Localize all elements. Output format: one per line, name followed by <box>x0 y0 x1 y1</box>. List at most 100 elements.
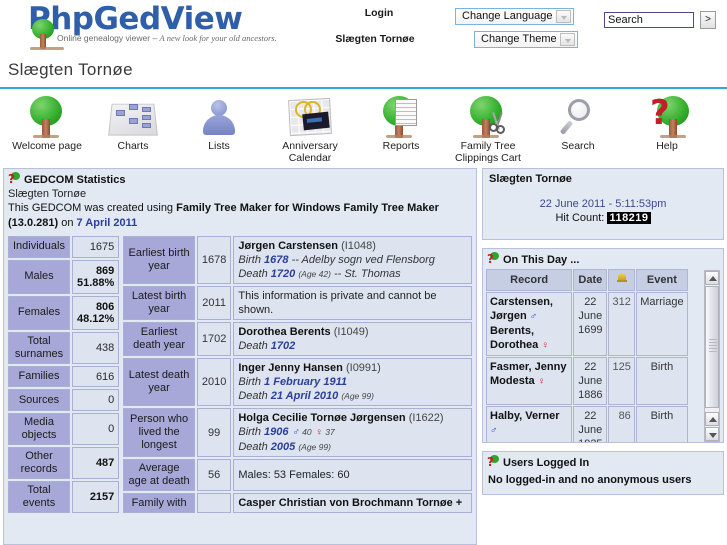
help-tree-icon[interactable]: ? <box>487 252 500 265</box>
nav-reports[interactable]: Reports <box>356 96 446 153</box>
event-date: 21 April 2010 <box>270 390 339 402</box>
event-word: Death <box>238 390 271 402</box>
scroll-down-button[interactable] <box>705 427 719 441</box>
male-icon: ♂ <box>529 311 538 322</box>
help-tree-icon[interactable]: ? <box>8 172 21 185</box>
nav-label: Help <box>656 140 678 152</box>
site-logo[interactable]: PhpGedView Online genealogy viewer – A n… <box>12 2 282 50</box>
event-age: (Age 99) <box>298 442 331 452</box>
block-title-text: Users Logged In <box>503 457 590 469</box>
nav-lists[interactable]: Lists <box>174 96 264 153</box>
table-row: Females 806 48.12% <box>8 295 120 330</box>
bell-icon <box>616 272 628 285</box>
anniversary-cell: 125 <box>608 357 635 405</box>
scrollbar-grip-icon <box>709 339 717 353</box>
person-name[interactable]: Inger Jenny Hansen <box>238 362 343 374</box>
event-date: 1702 <box>270 340 296 352</box>
stat-label: Media objects <box>8 413 70 445</box>
scroll-up-button-secondary[interactable] <box>705 412 719 426</box>
stat-label: Total events <box>8 481 70 513</box>
question-tree-icon: ? <box>622 94 712 140</box>
record-cell: Carstensen, Jørgen ♂ Berents, Dorothea ♀ <box>486 292 573 356</box>
column-header-event[interactable]: Event <box>635 269 688 291</box>
record-line[interactable]: Jørgen <box>490 310 527 322</box>
page-root: PhpGedView Online genealogy viewer – A n… <box>0 0 727 545</box>
family-name[interactable]: Casper Christian von Brochmann Tornøe + <box>238 497 462 509</box>
gedcom-statistics-block: ? GEDCOM Statistics Slægten Tornøe This G… <box>3 168 477 545</box>
main-navigation: Welcome page Charts Lists Anniversary Ca… <box>0 92 727 163</box>
sidebar: Slægten Tornøe 22 June 2011 - 5:11:53pm … <box>482 168 724 495</box>
change-language-label: Change Language <box>462 10 553 22</box>
person-name[interactable]: Dorothea Berents <box>238 326 330 338</box>
counts-table: Individuals 1675 Males 869 51.88% Female… <box>6 234 121 515</box>
event-cell: Birth <box>635 357 688 405</box>
nav-label: Anniversary Calendar <box>265 140 355 164</box>
stat-label: Sources <box>8 389 70 411</box>
change-theme-select[interactable]: Change Theme <box>474 31 578 48</box>
block-title: ? On This Day ... <box>483 249 723 268</box>
change-language-select[interactable]: Change Language <box>455 8 574 25</box>
person-xref: (I1049) <box>333 326 369 338</box>
nav-label: Family Tree Clippings Cart <box>443 140 533 164</box>
record-line[interactable]: Dorothea <box>490 339 538 351</box>
gedcom-created-line: This GEDCOM was created using Family Tre… <box>4 201 476 234</box>
help-tree-icon[interactable]: ? <box>487 455 500 468</box>
nav-search[interactable]: Search <box>533 96 623 153</box>
scroll-up-button[interactable] <box>705 271 719 285</box>
event-date: 2005 <box>270 441 296 453</box>
search-submit-button[interactable]: > <box>700 11 716 29</box>
nav-label: Charts <box>117 140 149 152</box>
scissors-tree-icon <box>443 96 533 140</box>
logo-tagline-plain: Online genealogy viewer – <box>57 33 160 43</box>
stat-value: 0 <box>71 389 120 411</box>
nav-label-line1: Anniversary <box>282 140 338 152</box>
block-title: ? GEDCOM Statistics <box>4 169 476 188</box>
stat-value-count: 869 <box>95 264 115 277</box>
search-input[interactable] <box>604 12 694 28</box>
table-row: Sources 0 <box>8 389 120 411</box>
stat-value-percent: 51.88% <box>76 276 115 289</box>
record-line[interactable]: Berents, <box>490 325 534 337</box>
block-title-text: On This Day ... <box>503 254 580 266</box>
nav-anniversary-calendar[interactable]: Anniversary Calendar <box>265 96 355 164</box>
female-icon: ♀ <box>537 376 546 387</box>
event-word: Death <box>238 340 271 352</box>
record-year: 56 <box>196 459 232 491</box>
nav-welcome-page[interactable]: Welcome page <box>2 96 92 153</box>
created-date[interactable]: 7 April 2011 <box>77 217 138 229</box>
table-row: Individuals 1675 <box>8 236 120 258</box>
nav-charts[interactable]: Charts <box>88 96 178 153</box>
logo-tagline-italic: A new look for your old ancestors. <box>159 33 277 43</box>
person-name[interactable]: Holga Cecilie Tornøe Jørgensen <box>238 412 405 424</box>
record-detail: Inger Jenny Hansen (I0991) Birth 1 Febru… <box>233 358 472 406</box>
record-line[interactable]: Carstensen, <box>490 296 553 308</box>
nav-help[interactable]: ? Help <box>622 94 712 153</box>
page-title: Slægten Tornøe <box>8 60 133 79</box>
record-label: Latest birth year <box>123 286 195 320</box>
column-header-date[interactable]: Date <box>573 269 608 291</box>
on-this-day-scrollbar[interactable] <box>704 270 720 442</box>
record-detail: Jørgen Carstensen (I1048) Birth 1678 -- … <box>233 236 472 284</box>
nav-label: Welcome page <box>12 140 82 152</box>
column-header-anniversary[interactable] <box>608 269 635 291</box>
record-detail: Males: 53 Females: 60 <box>233 459 472 491</box>
female-count: 37 <box>325 427 335 437</box>
date-cell: 22 June 1886 <box>573 357 608 405</box>
scrollbar-thumb[interactable] <box>705 286 719 408</box>
record-year: 2010 <box>196 358 232 406</box>
table-row: Families 616 <box>8 365 120 388</box>
record-line[interactable]: Modesta <box>490 375 535 387</box>
person-name[interactable]: Jørgen Carstensen <box>238 240 338 252</box>
event-cell: Birth <box>635 406 688 442</box>
record-detail: Holga Cecilie Tornøe Jørgensen (I1622) B… <box>233 408 472 457</box>
record-line[interactable]: Fasmer, Jenny <box>490 361 566 373</box>
table-row: Fasmer, Jenny Modesta ♀ 22 June 1886 125… <box>486 357 688 405</box>
nav-clippings-cart[interactable]: Family Tree Clippings Cart <box>443 96 533 164</box>
event-date: 1678 <box>264 254 289 266</box>
record-line[interactable]: Halby, Verner <box>490 410 560 422</box>
column-header-record[interactable]: Record <box>486 269 573 291</box>
login-link[interactable]: Login <box>324 7 434 19</box>
stat-value: 1675 <box>71 236 120 258</box>
person-xref: (I0991) <box>345 362 381 374</box>
record-detail: This information is private and cannot b… <box>233 286 472 320</box>
